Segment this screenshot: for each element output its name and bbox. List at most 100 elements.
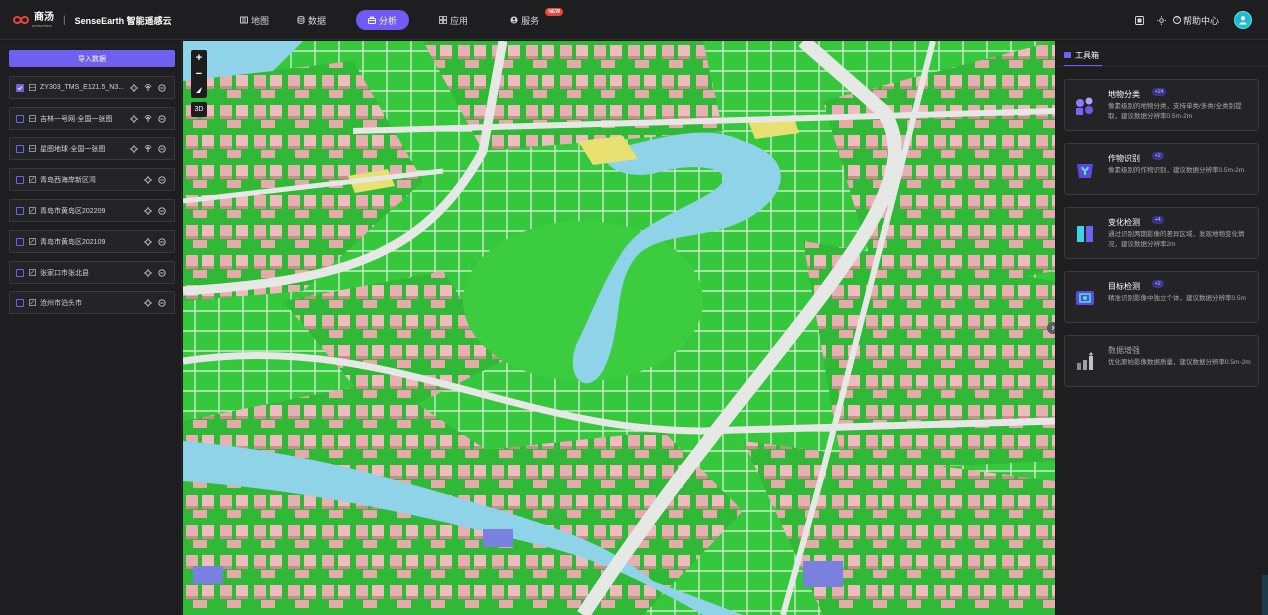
layer-checkbox[interactable] [16,206,24,215]
layer-item[interactable]: ZY303_TMS_E121.5_N3... [9,76,175,99]
nav-map[interactable]: 地图 [228,10,281,30]
layer-item[interactable]: 星图地球·全国一张图 [9,137,175,160]
object-detection-icon [1074,287,1096,309]
remove-icon[interactable] [158,145,166,153]
map-view[interactable]: + − 3D [183,41,1055,615]
vector-layer-icon [29,269,36,276]
locate-icon[interactable] [144,207,152,215]
user-avatar-icon [1239,16,1247,25]
remove-icon[interactable] [158,238,166,246]
nav-data[interactable]: 数据 [285,10,338,30]
nav-apps[interactable]: 应用 [427,10,480,30]
remove-icon[interactable] [158,299,166,307]
layer-name: 吉林一号网·全国一张图 [40,115,113,123]
layer-item[interactable]: 吉林一号网·全国一张图 [9,107,175,130]
locate-icon[interactable] [144,176,152,184]
upload-icon[interactable] [144,84,152,92]
collapse-panel-button[interactable] [1047,322,1055,334]
layer-name: 沧州市泊头市 [40,299,82,307]
tab-toolbox-label: 工具箱 [1075,50,1099,60]
tool-title: 数据增强 [1108,346,1140,355]
nav-map-label: 地图 [251,15,270,26]
layer-item[interactable]: 青岛市黄岛区202209 [9,199,175,222]
database-icon [297,16,305,24]
layer-name: 青岛市黄岛区202209 [40,207,106,215]
map-icon [240,16,248,24]
locate-icon[interactable] [130,145,138,153]
tool-count-badge: +4 [1152,216,1164,224]
tool-card-crop[interactable]: 作物识别 +2 像素级别的作物识别，建议数据分辨率0.5m-2m [1064,143,1259,195]
remove-icon[interactable] [158,115,166,123]
toggle-3d-button[interactable]: 3D [191,102,207,117]
product-name: SenseEarth 智能遥感云 [74,15,172,26]
layer-name: 张家口市张北县 [40,269,89,277]
tab-divider [1056,66,1268,67]
tab-toolbox[interactable]: 工具箱 [1064,47,1099,63]
brand-separator: | [63,14,66,26]
feature-classification-icon [1074,95,1096,117]
tool-title: 地物分类 [1108,90,1140,99]
layer-checkbox[interactable] [16,237,24,246]
locate-icon[interactable] [144,299,152,307]
zoom-out-button[interactable]: − [191,66,207,82]
layer-panel: 导入数据 ZY303_TMS_E121.5_N3... 吉林一号网·全国一张图 星图… [0,41,182,615]
compass-button[interactable] [191,82,207,98]
data-enhancement-icon [1074,351,1096,373]
nav-service[interactable]: 服务 NEW [498,8,564,30]
toolbox-panel: 工具箱 地物分类 +24 像素级别的地物分类，支持单类/多类/全类别提取，建议数据分… [1056,41,1268,615]
locate-icon[interactable] [130,84,138,92]
logo-subtext: sensetime [32,22,53,28]
vector-layer-icon [29,238,36,245]
layer-item[interactable]: 张家口市张北县 [9,261,175,284]
layer-name: 青岛市黄岛区202109 [40,238,106,246]
remove-icon[interactable] [158,84,166,92]
service-icon [510,16,518,24]
nav-analysis[interactable]: 分析 [356,10,410,30]
sun-icon[interactable] [1156,15,1166,25]
layer-name: 青岛西海岸新区湾 [40,176,96,184]
sensetime-logo-icon [12,14,30,26]
tool-card-enhancement[interactable]: 数据增强 优化原始影像数据质量，建议数据分辨率0.5m-2m [1064,335,1259,387]
locate-icon[interactable] [144,269,152,277]
tool-card-change[interactable]: 变化检测 +4 通过识别两期影像的差异区域，发现地物变化情况，建议数据分辨率2m [1064,207,1259,259]
screen-icon[interactable] [1135,15,1144,25]
locate-icon[interactable] [130,115,138,123]
layer-checkbox[interactable] [16,83,24,92]
analysis-icon [368,16,376,24]
nav-service-label: 服务 [521,15,540,26]
layer-item[interactable]: 青岛市黄岛区202109 [9,230,175,253]
layer-checkbox[interactable] [16,298,24,307]
nav-apps-label: 应用 [450,15,469,26]
zoom-in-button[interactable]: + [191,50,207,66]
vector-layer-icon [29,207,36,214]
help-center-label: 帮助中心 [1182,15,1219,26]
remove-icon[interactable] [158,207,166,215]
import-data-button[interactable]: 导入数据 [9,50,175,67]
raster-layer-icon [29,84,36,91]
layer-name: 星图地球·全国一张图 [40,145,106,153]
tool-card-classification[interactable]: 地物分类 +24 像素级别的地物分类，支持单类/多类/全类别提取，建议数据分辨率0.… [1064,79,1259,131]
tool-description: 像素级别的地物分类，支持单类/多类/全类别提取，建议数据分辨率0.5m-2m [1108,103,1242,120]
help-center[interactable]: ? 帮助中心 [1172,14,1219,27]
corner-widget[interactable] [1262,575,1268,615]
nav-data-label: 数据 [308,15,327,26]
upload-icon[interactable] [144,145,152,153]
upload-icon[interactable] [144,115,152,123]
layer-checkbox[interactable] [16,268,24,277]
layer-checkbox[interactable] [16,114,24,123]
layer-checkbox[interactable] [16,175,24,184]
raster-layer-icon [29,115,36,122]
map-canvas[interactable] [183,41,1055,615]
layer-item[interactable]: 沧州市泊头市 [9,291,175,314]
brand[interactable]: 商汤 sensetime | SenseEarth 智能遥感云 [12,10,172,30]
layer-checkbox[interactable] [16,144,24,153]
change-detection-icon [1074,223,1096,245]
user-avatar[interactable] [1234,11,1252,29]
layer-item[interactable]: 青岛西海岸新区湾 [9,168,175,191]
check-icon [17,85,23,90]
locate-icon[interactable] [144,238,152,246]
tool-title: 变化检测 [1108,218,1140,227]
remove-icon[interactable] [158,176,166,184]
tool-card-object[interactable]: 目标检测 +2 精准识别影像中独立个体，建议数据分辨率0.5m [1064,271,1259,323]
remove-icon[interactable] [158,269,166,277]
